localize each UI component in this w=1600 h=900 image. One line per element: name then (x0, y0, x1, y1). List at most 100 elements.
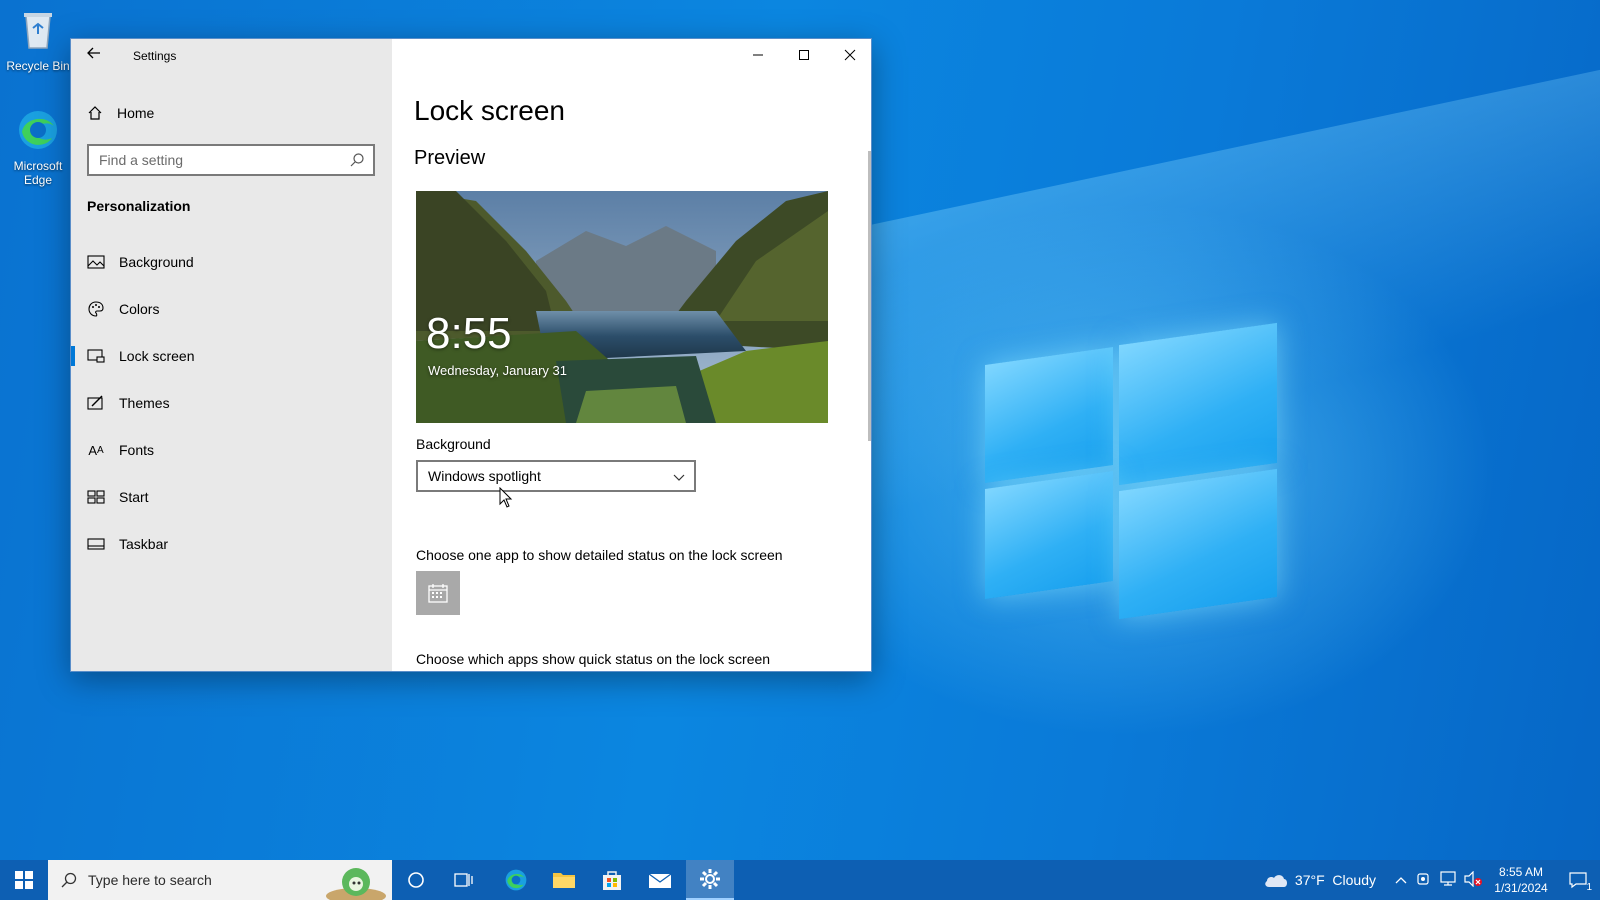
background-dropdown-value: Windows spotlight (428, 468, 541, 484)
recycle-bin-label: Recycle Bin (6, 59, 70, 73)
weather-widget[interactable]: 37°F Cloudy (1263, 871, 1376, 889)
quick-status-label: Choose which apps show quick status on t… (416, 651, 771, 667)
back-arrow-icon (87, 47, 100, 59)
nav-label: Background (119, 254, 194, 270)
windows-logo-wallpaper (985, 318, 1285, 620)
content-scrollbar[interactable] (868, 151, 871, 441)
nav-item-taskbar[interactable]: Taskbar (71, 524, 392, 564)
nav-label: Fonts (119, 442, 155, 458)
clock-date: 1/31/2024 (1494, 881, 1548, 895)
back-button[interactable] (83, 45, 105, 67)
detailed-status-app-button[interactable] (416, 571, 460, 615)
gear-icon (700, 869, 720, 889)
nav-item-colors[interactable]: Colors (71, 289, 392, 329)
notification-icon (1569, 872, 1587, 889)
edge-desktop-icon[interactable]: Microsoft Edge (2, 108, 74, 187)
system-tray: 37°F Cloudy 8:55 AM 1/31/2024 1 (1263, 860, 1600, 900)
camera-icon (1417, 872, 1429, 885)
taskbar-store-button[interactable] (588, 860, 636, 900)
nav-label: Colors (119, 301, 160, 317)
mail-icon (648, 873, 672, 888)
folder-icon (553, 873, 575, 888)
notification-count: 1 (1586, 882, 1592, 893)
start-button[interactable] (0, 860, 48, 900)
section-heading: Personalization (87, 198, 191, 214)
home-label: Home (117, 105, 155, 121)
start-icon (87, 490, 105, 504)
lock-screen-preview: 8:55 Wednesday, January 31 (416, 191, 828, 423)
search-icon (61, 872, 77, 888)
fonts-icon: AA (88, 442, 104, 458)
home-link[interactable]: Home (87, 101, 154, 125)
recycle-bin-desktop-icon[interactable]: Recycle Bin (2, 8, 74, 73)
network-button[interactable] (1436, 870, 1460, 890)
background-label: Background (416, 436, 491, 452)
taskbar: Type here to search 37°F Cloudy 8:55 AM … (0, 860, 1600, 900)
page-title: Lock screen (414, 95, 565, 126)
settings-window: Settings Home Find a setting Personaliza… (70, 38, 872, 672)
volume-button[interactable] (1460, 870, 1486, 890)
nav-label: Lock screen (119, 348, 195, 364)
nav-item-fonts[interactable]: AA Fonts (71, 430, 392, 470)
title-bar[interactable]: Settings (71, 39, 392, 73)
themes-icon (87, 395, 103, 410)
window-title: Settings (133, 49, 177, 63)
taskbar-search-box[interactable]: Type here to search (48, 860, 392, 900)
minimize-button[interactable] (735, 39, 781, 71)
nav-item-lock-screen[interactable]: Lock screen (71, 336, 392, 376)
find-setting-input[interactable]: Find a setting (87, 144, 375, 176)
clock-button[interactable]: 8:55 AM 1/31/2024 (1486, 864, 1556, 896)
edge-label-line1: Microsoft (13, 159, 63, 173)
chevron-down-icon (673, 474, 685, 481)
home-icon (88, 106, 102, 120)
nav-item-start[interactable]: Start (71, 477, 392, 517)
recycle-bin-icon (24, 13, 52, 49)
edge-label-line2: Edge (23, 173, 53, 187)
lock-screen-time: 8:55 (426, 309, 512, 358)
windows-start-icon (15, 871, 33, 889)
picture-icon (87, 255, 105, 269)
search-placeholder: Find a setting (99, 152, 184, 168)
lock-screen-icon (87, 349, 105, 363)
taskbar-settings-button[interactable] (686, 860, 734, 900)
edge-icon (19, 111, 57, 149)
background-dropdown[interactable]: Windows spotlight (416, 460, 696, 492)
nav-item-background[interactable]: Background (71, 242, 392, 282)
store-icon (603, 871, 621, 890)
preview-heading: Preview (414, 147, 486, 169)
task-view-icon (454, 873, 473, 887)
settings-nav-pane: Settings Home Find a setting Personaliza… (71, 39, 392, 671)
clock-time: 8:55 AM (1498, 865, 1544, 879)
taskbar-mail-button[interactable] (636, 860, 684, 900)
taskbar-search-placeholder: Type here to search (88, 872, 212, 888)
task-view-button[interactable] (440, 860, 488, 900)
nav-item-themes[interactable]: Themes (71, 383, 392, 423)
show-hidden-icons-button[interactable] (1390, 872, 1412, 888)
chevron-up-icon (1395, 877, 1407, 884)
settings-content-pane: Lock screen Preview 8:55 Wednesday, Janu… (392, 39, 871, 671)
nav-label: Start (119, 489, 149, 505)
taskbar-icon (87, 538, 105, 550)
maximize-icon (799, 50, 809, 60)
mouse-cursor-icon (499, 487, 513, 508)
minimize-icon (753, 54, 763, 56)
nav-label: Themes (119, 395, 170, 411)
window-caption-buttons (735, 39, 871, 71)
nav-label: Taskbar (119, 536, 169, 552)
cortana-circle-icon (408, 872, 424, 888)
close-button[interactable] (827, 39, 871, 71)
taskbar-file-explorer-button[interactable] (540, 860, 588, 900)
landscape-image (416, 191, 828, 423)
network-icon (1440, 870, 1456, 886)
close-icon (844, 49, 856, 61)
palette-icon (88, 301, 104, 317)
action-center-button[interactable]: 1 (1556, 860, 1600, 900)
volume-muted-icon (1464, 870, 1482, 887)
weather-text: 37°F Cloudy (1294, 872, 1376, 888)
maximize-button[interactable] (781, 39, 827, 71)
taskbar-edge-button[interactable] (492, 860, 540, 900)
search-icon (350, 153, 364, 167)
cortana-button[interactable] (392, 860, 440, 900)
calendar-icon (428, 584, 448, 603)
meet-now-button[interactable] (1412, 872, 1436, 889)
